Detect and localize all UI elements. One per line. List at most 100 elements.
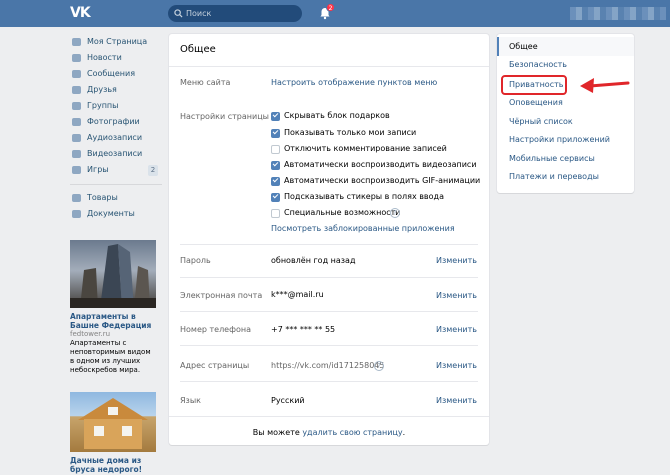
news-icon — [72, 54, 81, 62]
footer-divider — [169, 416, 489, 417]
email-value: k***@mail.ru — [271, 290, 324, 299]
checkbox-accessibility[interactable]: Специальные возможности — [271, 207, 401, 219]
ad-image-house[interactable] — [70, 392, 156, 452]
language-value: Русский — [271, 396, 305, 405]
section-divider — [180, 345, 478, 346]
sidebar-item-label: Сообщения — [87, 69, 136, 78]
checkbox-checked[interactable] — [271, 160, 280, 170]
sidebar-item-label: Моя Страница — [87, 37, 148, 46]
section-divider — [180, 277, 478, 278]
games-icon — [72, 166, 81, 174]
ad-title[interactable]: Апартаменты в Башне Федерация — [70, 312, 156, 330]
checkbox-hide-gifts[interactable]: Скрывать блок подарков — [271, 110, 390, 122]
footer-prefix: Вы можете — [252, 428, 303, 437]
ad-image-tower[interactable] — [70, 240, 156, 308]
search-icon — [174, 9, 183, 18]
settings-menu-payments[interactable]: Платежи и переводы — [497, 167, 634, 186]
checkbox-checked[interactable] — [271, 192, 280, 202]
checkbox-unchecked[interactable] — [271, 209, 280, 218]
sidebar-item-messages[interactable]: Сообщения — [70, 66, 162, 82]
sidebar-item-label: Товары — [87, 193, 118, 202]
help-icon[interactable]: ? — [374, 361, 384, 371]
settings-menu-mobile-services[interactable]: Мобильные сервисы — [497, 149, 634, 168]
sidebar-item-goods[interactable]: Товары — [70, 190, 162, 206]
sidebar-item-my-page[interactable]: Моя Страница — [70, 34, 162, 50]
sidebar-item-documents[interactable]: Документы — [70, 206, 162, 222]
left-sidebar: Моя Страница Новости Сообщения Друзья Гр… — [70, 34, 162, 222]
sidebar-item-groups[interactable]: Группы — [70, 98, 162, 114]
help-icon[interactable]: ? — [390, 208, 400, 218]
phone-value: +7 *** *** ** 55 — [271, 325, 336, 334]
ad-domain: fedtower.ru — [70, 330, 111, 338]
language-edit-link[interactable]: Изменить — [436, 396, 477, 405]
ad-block-house[interactable]: Дачные дома из бруса недорого! — [70, 392, 156, 474]
messages-icon — [72, 70, 81, 78]
sidebar-item-photos[interactable]: Фотографии — [70, 114, 162, 130]
sidebar-item-games[interactable]: Игры 2 — [70, 162, 162, 178]
goods-icon — [72, 194, 81, 202]
documents-icon — [72, 210, 81, 218]
checkbox-autoplay-video[interactable]: Автоматически воспроизводить видеозаписи — [271, 159, 477, 171]
address-edit-link[interactable]: Изменить — [436, 361, 477, 370]
sidebar-item-label: Группы — [87, 101, 119, 110]
privacy-highlight-box — [501, 75, 567, 95]
search-input[interactable]: Поиск — [168, 5, 302, 22]
password-value: обновлён год назад — [271, 256, 356, 265]
delete-page-link[interactable]: удалить свою страницу — [302, 428, 402, 437]
checkbox-unchecked[interactable] — [271, 145, 280, 154]
vk-logo[interactable]: VK — [70, 6, 94, 20]
phone-label: Номер телефона — [180, 325, 251, 334]
settings-right-menu: Общее Безопасность Приватность Оповещени… — [497, 34, 634, 193]
ad-title[interactable]: Дачные дома из бруса недорого! — [70, 456, 156, 474]
checkbox-disable-comments[interactable]: Отключить комментирование записей — [271, 143, 447, 155]
sidebar-item-news[interactable]: Новости — [70, 50, 162, 66]
groups-icon — [72, 102, 81, 110]
checkbox-checked[interactable] — [271, 176, 280, 186]
settings-menu-general[interactable]: Общее — [497, 37, 634, 56]
checkbox-checked[interactable] — [271, 111, 280, 121]
sidebar-item-label: Друзья — [87, 85, 117, 94]
section-divider — [180, 381, 478, 382]
password-label: Пароль — [180, 256, 211, 265]
checkbox-label: Автоматически воспроизводить GIF-анимаци… — [284, 176, 481, 185]
checkbox-checked[interactable] — [271, 128, 280, 138]
top-header: VK Поиск 2 — [0, 0, 670, 27]
configure-menu-link[interactable]: Настроить отображение пунктов меню — [271, 78, 437, 87]
checkbox-label: Автоматически воспроизводить видеозаписи — [284, 160, 477, 169]
checkbox-label: Подсказывать стикеры в полях ввода — [284, 192, 444, 201]
section-divider — [180, 311, 478, 312]
settings-menu-blacklist[interactable]: Чёрный список — [497, 112, 634, 131]
address-value: https://vk.com/id171258045 — [271, 361, 385, 370]
checkbox-label: Специальные возможности — [284, 208, 401, 217]
password-edit-link[interactable]: Изменить — [436, 256, 477, 265]
email-edit-link[interactable]: Изменить — [436, 291, 477, 300]
search-placeholder: Поиск — [186, 9, 212, 18]
sidebar-divider — [70, 184, 162, 185]
blocked-apps-link[interactable]: Посмотреть заблокированные приложения — [271, 224, 455, 233]
sidebar-item-label: Фотографии — [87, 117, 140, 126]
ad-block-tower[interactable]: Апартаменты в Башне Федерация fedtower.r… — [70, 240, 156, 375]
sidebar-item-label: Новости — [87, 53, 122, 62]
red-arrow-icon — [580, 78, 630, 93]
delete-page-notice: Вы можете удалить свою страницу. — [169, 428, 489, 437]
site-menu-label: Меню сайта — [180, 78, 231, 87]
user-profile-blurred[interactable] — [570, 7, 666, 20]
tower-illustration — [70, 244, 156, 308]
checkbox-suggest-stickers[interactable]: Подсказывать стикеры в полях ввода — [271, 191, 444, 203]
section-divider — [180, 244, 478, 245]
sidebar-item-video[interactable]: Видеозаписи — [70, 146, 162, 162]
checkbox-autoplay-gif[interactable]: Автоматически воспроизводить GIF-анимаци… — [271, 175, 480, 187]
settings-menu-app-settings[interactable]: Настройки приложений — [497, 130, 634, 149]
games-count-badge: 2 — [148, 165, 158, 176]
address-label: Адрес страницы — [180, 361, 250, 370]
page-settings-label: Настройки страницы — [180, 112, 269, 121]
phone-edit-link[interactable]: Изменить — [436, 325, 477, 334]
sidebar-item-label: Аудиозаписи — [87, 133, 143, 142]
sidebar-item-friends[interactable]: Друзья — [70, 82, 162, 98]
checkbox-label: Показывать только мои записи — [284, 128, 417, 137]
audio-icon — [72, 134, 81, 142]
sidebar-item-label: Документы — [87, 209, 135, 218]
sidebar-item-audio[interactable]: Аудиозаписи — [70, 130, 162, 146]
email-label: Электронная почта — [180, 291, 263, 300]
checkbox-show-only-my-posts[interactable]: Показывать только мои записи — [271, 127, 416, 139]
